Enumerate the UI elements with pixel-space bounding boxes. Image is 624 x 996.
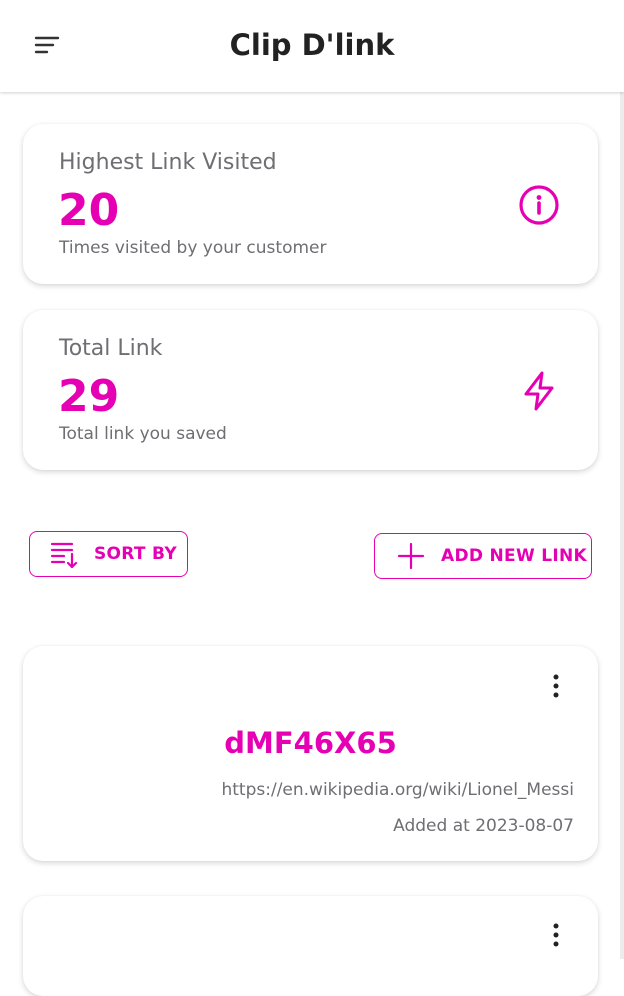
app-bar: Clip D'link — [0, 0, 624, 92]
more-vertical-icon — [553, 674, 559, 698]
sort-by-button[interactable]: SORT BY — [29, 531, 188, 577]
sort-list-icon — [50, 542, 78, 569]
sort-by-label: SORT BY — [94, 544, 177, 564]
stat-value: 20 — [58, 185, 120, 236]
stat-value: 29 — [58, 371, 120, 422]
add-new-link-button[interactable]: ADD NEW LINK — [374, 533, 592, 579]
link-card[interactable]: dMF46X65 https://en.wikipedia.org/wiki/L… — [23, 646, 598, 861]
lightning-icon[interactable] — [518, 370, 560, 412]
original-url[interactable]: https://en.wikipedia.org/wiki/Lionel_Mes… — [221, 780, 574, 800]
short-link-code[interactable]: dMF46X65 — [23, 726, 598, 760]
link-options-button[interactable] — [544, 672, 568, 700]
stat-description: Total link you saved — [59, 424, 227, 444]
stat-label: Total Link — [59, 336, 163, 361]
link-options-button[interactable] — [544, 921, 568, 949]
add-new-link-label: ADD NEW LINK — [441, 546, 587, 566]
stat-card-total-link: Total Link 29 Total link you saved — [23, 310, 598, 470]
stat-card-highest-visited: Highest Link Visited 20 Times visited by… — [23, 124, 598, 284]
scrollbar-track[interactable] — [620, 92, 624, 959]
app-title: Clip D'link — [229, 28, 395, 62]
link-card[interactable] — [23, 896, 598, 996]
plus-icon — [397, 542, 425, 570]
stat-label: Highest Link Visited — [59, 150, 277, 175]
stat-description: Times visited by your customer — [59, 238, 327, 258]
added-date: Added at 2023-08-07 — [393, 816, 574, 836]
more-vertical-icon — [553, 923, 559, 947]
info-icon[interactable] — [518, 184, 560, 226]
